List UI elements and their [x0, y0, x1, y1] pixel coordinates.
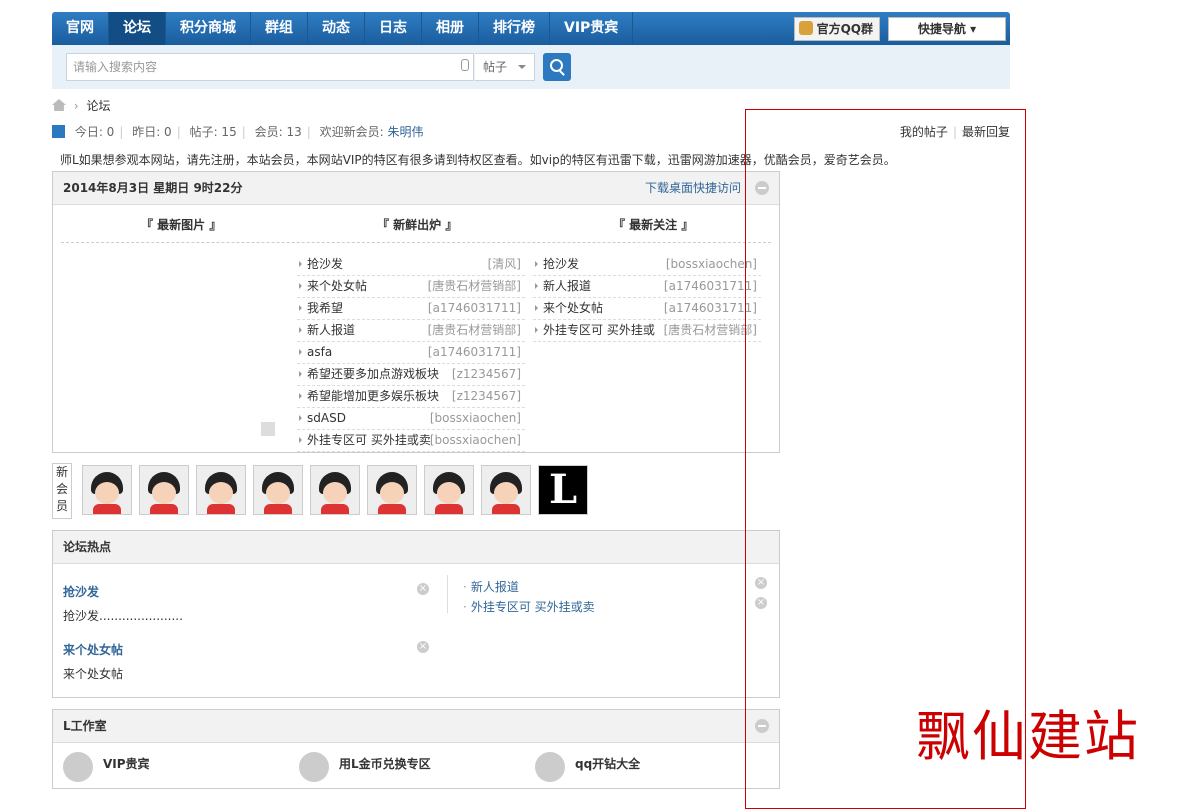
quick-nav-label: 快捷导航 [917, 22, 966, 36]
microphone-icon[interactable] [461, 59, 469, 71]
list-item[interactable]: 外挂专区可 买外挂或卖 [bossxiaochen] [297, 430, 525, 452]
list-item[interactable]: 外挂专区可 买外挂或 [唐贵石材营销部] [533, 320, 761, 342]
avatar[interactable] [310, 465, 360, 515]
follow-post-list: 抢沙发 [bossxiaochen] 新人报道 [a1746031711] 来个处女… [533, 254, 761, 342]
hot-link[interactable]: 新人报道 [463, 578, 519, 595]
breadcrumb: › 论坛 [52, 98, 110, 114]
channel-qq-diamond[interactable]: qq开钻大全 [535, 752, 640, 782]
avatar[interactable] [82, 465, 132, 515]
portal-header: 2014年8月3日 星期日 9时22分 下载桌面快捷访问 [53, 172, 779, 205]
nav-item-blog[interactable]: 日志 [365, 12, 422, 45]
channel-vip[interactable]: VIP贵宾 [63, 752, 150, 782]
portal-box: 2014年8月3日 星期日 9时22分 下载桌面快捷访问 『 最新图片 』 『 … [52, 171, 780, 453]
nav-item-ranking[interactable]: 排行榜 [479, 12, 550, 45]
hot-link[interactable]: 外挂专区可 买外挂或卖 [463, 598, 595, 615]
hot-header: 论坛热点 [53, 531, 779, 564]
list-item[interactable]: 新人报道 [唐贵石材营销部] [297, 320, 525, 342]
divider [61, 242, 771, 243]
nav-item-forum[interactable]: 论坛 [109, 12, 166, 45]
avatar[interactable] [424, 465, 474, 515]
avatar[interactable] [196, 465, 246, 515]
nav-item-album[interactable]: 相册 [422, 12, 479, 45]
stat-yesterday: 昨日: 0 [132, 125, 172, 139]
new-members-label: 新会员 [52, 463, 72, 519]
search-type-label: 帖子 [483, 60, 508, 74]
download-shortcut-link[interactable]: 下载桌面快捷访问 [645, 172, 741, 204]
quick-nav-dropdown[interactable]: 快捷导航 ▾ [888, 17, 1006, 41]
search-input[interactable]: 请输入搜索内容 [66, 53, 474, 81]
breadcrumb-forum[interactable]: 论坛 [86, 99, 110, 113]
chevron-down-icon: ▾ [970, 22, 977, 36]
list-item[interactable]: 抢沙发 [清风] [297, 254, 525, 276]
fresh-post-list: 抢沙发 [清风] 来个处女帖 [唐贵石材营销部] 我希望 [a1746031711] … [297, 254, 525, 452]
channel-coin-exchange[interactable]: 用L金币兑换专区 [299, 752, 431, 782]
studio-title: L工作室 [63, 719, 107, 733]
search-button[interactable] [543, 53, 571, 81]
list-item[interactable]: 我希望 [a1746031711] [297, 298, 525, 320]
col-fresh-title: 『 新鲜出炉 』 [377, 218, 458, 232]
close-icon[interactable]: × [417, 583, 429, 595]
forum-hot-box: 论坛热点 抢沙发 抢沙发...................... × 来个处… [52, 530, 780, 698]
nav-item-feed[interactable]: 动态 [308, 12, 365, 45]
channel-icon [535, 752, 565, 782]
close-icon[interactable]: × [417, 641, 429, 653]
list-item[interactable]: 抢沙发 [bossxiaochen] [533, 254, 761, 276]
avatar[interactable] [481, 465, 531, 515]
avatar[interactable] [253, 465, 303, 515]
qq-group-label: 官方QQ群 [816, 22, 873, 36]
stat-members: 会员: 13 [254, 125, 302, 139]
hot-item-title[interactable]: 来个处女帖 [63, 641, 123, 658]
nav-item-groups[interactable]: 群组 [251, 12, 308, 45]
list-item[interactable]: 希望能增加更多娱乐板块 [z1234567] [297, 386, 525, 408]
list-item[interactable]: 希望还要多加点游戏板块 [z1234567] [297, 364, 525, 386]
col-follow-title: 『 最新关注 』 [613, 218, 694, 232]
divider [447, 575, 448, 613]
hot-item-title[interactable]: 抢沙发 [63, 583, 99, 600]
hot-item-summary: 抢沙发...................... [63, 609, 183, 623]
stat-welcome: 欢迎新会员: [319, 125, 388, 139]
nav-item-vip[interactable]: VIP贵宾 [550, 12, 634, 45]
qq-group-button[interactable]: 官方QQ群 [793, 17, 880, 41]
studio-header: L工作室 [53, 710, 779, 743]
caret-down-icon [518, 65, 526, 73]
list-item[interactable]: 新人报道 [a1746031711] [533, 276, 761, 298]
qq-icon [798, 21, 813, 35]
watermark: 飘仙建站 [916, 705, 1140, 768]
avatar[interactable] [367, 465, 417, 515]
image-pager-icon[interactable] [261, 422, 275, 436]
col-latest-images-title: 『 最新图片 』 [141, 218, 222, 232]
list-item[interactable]: asfa [a1746031711] [297, 342, 525, 364]
avatar[interactable] [139, 465, 189, 515]
studio-box: L工作室 VIP贵宾 用L金币兑换专区 qq开钻大全 [52, 709, 780, 789]
new-member-link[interactable]: 朱明伟 [387, 125, 423, 139]
channel-icon [63, 752, 93, 782]
home-icon[interactable] [52, 99, 66, 111]
list-item[interactable]: sdASD [bossxiaochen] [297, 408, 525, 430]
channel-icon [299, 752, 329, 782]
nav-item-points-mall[interactable]: 积分商城 [166, 12, 251, 45]
stats-chart-icon [52, 125, 65, 138]
top-nav: 官网 论坛 积分商城 群组 动态 日志 相册 排行榜 VIP贵宾 官方QQ群 快… [52, 12, 1010, 45]
stat-today: 今日: 0 [74, 125, 115, 139]
nav-item-home[interactable]: 官网 [52, 12, 109, 45]
search-bar: 请输入搜索内容 帖子 [52, 45, 1010, 89]
portal-date: 2014年8月3日 星期日 9时22分 [63, 181, 243, 195]
search-type-select[interactable]: 帖子 [475, 53, 535, 81]
list-item[interactable]: 来个处女帖 [a1746031711] [533, 298, 761, 320]
breadcrumb-separator: › [73, 99, 79, 113]
hot-item-summary: 来个处女帖 [63, 667, 124, 681]
avatar-l-logo[interactable]: L [538, 465, 588, 515]
list-item[interactable]: 来个处女帖 [唐贵石材营销部] [297, 276, 525, 298]
stat-posts: 帖子: 15 [189, 125, 237, 139]
